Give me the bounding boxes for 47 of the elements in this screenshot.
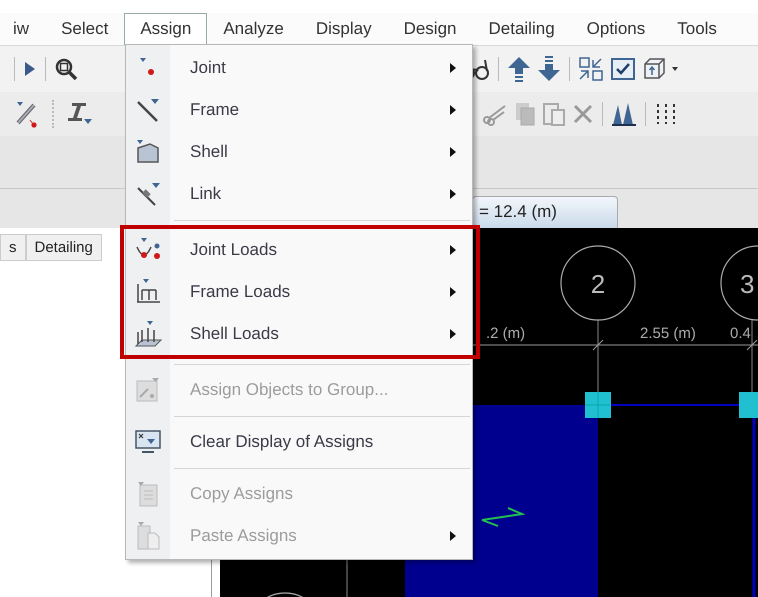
caret-icon[interactable] [672,66,678,72]
grid-bubble: 3 [720,245,758,321]
submenu-arrow-icon [450,245,456,255]
menu-bar-item[interactable]: Analyze [207,12,300,45]
menu-bar-item[interactable]: Tools [661,12,733,45]
frame-loads-icon [134,278,162,306]
checkbox-icon[interactable] [610,56,636,81]
dimension-label: 0.4 [730,324,751,342]
frame-icon [135,97,161,123]
panel-tab[interactable]: s [0,234,26,261]
menu-item[interactable]: Frame [126,89,472,131]
link-icon [135,181,161,207]
menu-bar-item[interactable]: Select [45,12,124,45]
group-icon [135,377,161,403]
dimension-label: 2.55 (m) [640,324,696,342]
submenu-arrow-icon [450,531,456,541]
monitor-icon [134,429,162,455]
model-view-tab[interactable]: = 12.4 (m) [472,196,618,228]
submenu-arrow-icon [450,147,456,157]
submenu-arrow-icon [450,105,456,115]
shell-icon [134,139,162,165]
menu-bar-item[interactable]: iw [0,12,46,45]
menu-item[interactable]: Link [126,173,472,215]
menu-item[interactable]: Shell [126,131,472,173]
menu-bar-item[interactable]: Options [570,12,662,45]
cube-icon[interactable] [642,56,666,81]
joint-marker [739,392,758,418]
down-arrow-icon[interactable] [537,54,561,83]
play-icon[interactable] [23,60,37,78]
submenu-arrow-icon [450,287,456,297]
submenu-arrow-icon [450,189,456,199]
dimension-label: .2 (m) [486,324,526,342]
submenu-arrow-icon [450,329,456,339]
menu-bar-item[interactable]: Detailing [472,12,571,45]
menu-bar-item[interactable]: Design [388,12,472,45]
expand-icon[interactable] [578,56,604,82]
submenu-arrow-icon [450,63,456,73]
paste-icon [135,521,161,551]
local-axes-arrow [481,506,526,527]
panel-tab[interactable]: Detailing [26,234,102,261]
shell-loads-icon [134,320,162,348]
grid-bubble: 2 [560,245,636,321]
up-arrow-icon[interactable] [507,54,531,83]
zoom-icon[interactable] [54,56,78,81]
joint-marker [584,391,612,418]
menu-bar-item[interactable]: Assign [124,12,208,45]
menu-bar-item[interactable]: Display [300,12,388,45]
